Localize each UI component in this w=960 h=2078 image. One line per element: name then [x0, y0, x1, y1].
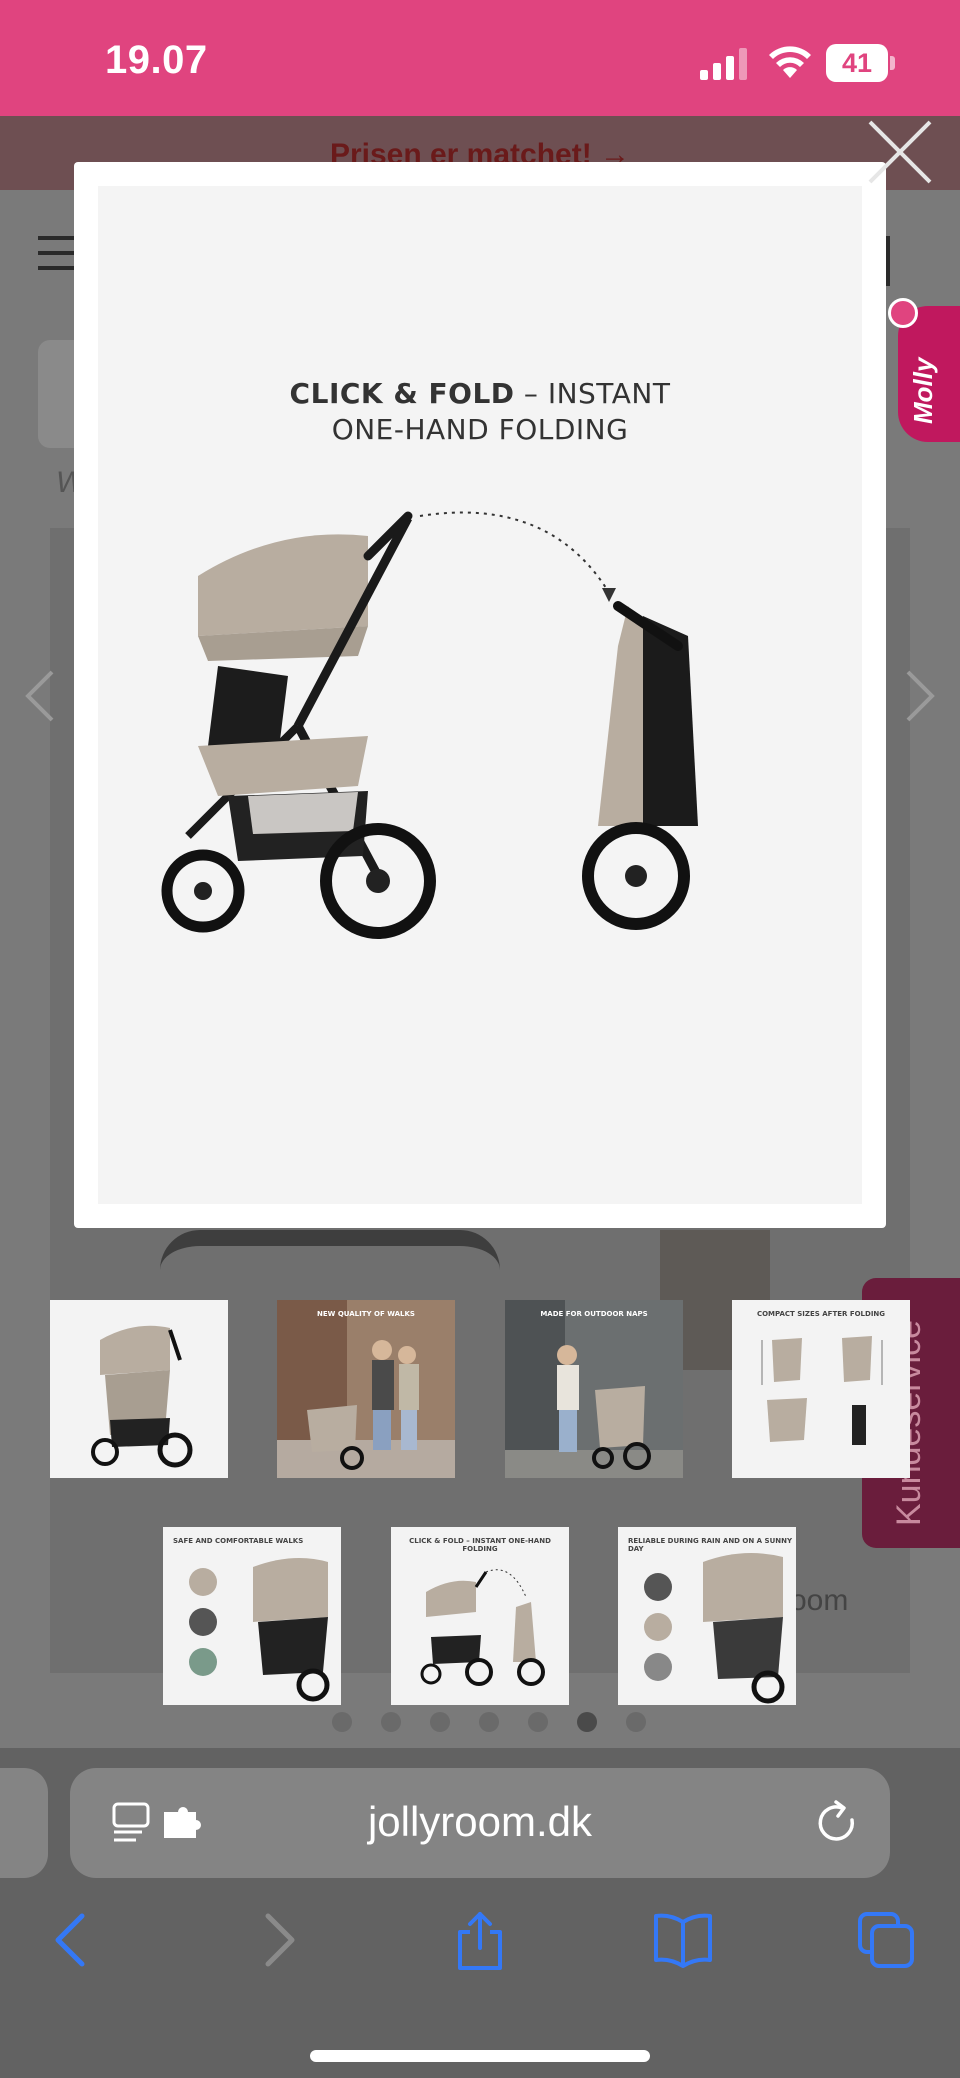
thumbnail-3[interactable]: MADE FOR OUTDOOR NAPS	[505, 1300, 683, 1478]
thumbnail-caption: NEW QUALITY OF WALKS	[317, 1310, 415, 1318]
image-lightbox: CLICK & FOLD – INSTANT ONE-HAND FOLDING	[74, 162, 886, 1228]
thumbnail-caption: COMPACT SIZES AFTER FOLDING	[756, 1310, 886, 1318]
thumbnail-fold-image	[420, 1569, 545, 1686]
folded-stroller	[582, 601, 698, 930]
thumbnail-7[interactable]: RELIABLE DURING RAIN AND ON A SUNNY DAY	[618, 1527, 796, 1705]
close-icon[interactable]	[864, 116, 936, 188]
thumbnail-5[interactable]: SAFE AND COMFORTABLE WALKS	[163, 1527, 341, 1705]
back-icon[interactable]	[50, 1910, 90, 1970]
background-partial-room-text: oom	[790, 1584, 849, 1617]
headline-bold: CLICK & FOLD	[289, 377, 515, 410]
chat-notification-dot	[888, 298, 918, 328]
signal-icon	[700, 48, 747, 80]
status-time: 19.07	[105, 38, 208, 82]
share-icon[interactable]	[454, 1910, 506, 1970]
carousel-pagination	[332, 1712, 652, 1732]
url-text: jollyroom.dk	[367, 1798, 593, 1845]
bookmarks-icon[interactable]	[652, 1910, 714, 1970]
thumbnail-family-image	[277, 1300, 455, 1478]
headline-rest: – INSTANT	[514, 377, 671, 410]
chevron-left-icon[interactable]	[22, 668, 56, 724]
pagination-dot[interactable]	[381, 1712, 401, 1732]
battery-level: 41	[841, 48, 873, 78]
headline-line2: ONE-HAND FOLDING	[331, 413, 629, 446]
thumbnail-2[interactable]: NEW QUALITY OF WALKS	[277, 1300, 455, 1478]
pagination-dot[interactable]	[479, 1712, 499, 1732]
thumbnail-caption: MADE FOR OUTDOOR NAPS	[540, 1310, 648, 1318]
lightbox-image: CLICK & FOLD – INSTANT ONE-HAND FOLDING	[98, 186, 862, 1204]
pagination-dot[interactable]	[528, 1712, 548, 1732]
thumbnail-outdoor-image	[505, 1300, 683, 1478]
thumbnail-weather-image	[644, 1553, 785, 1704]
chat-widget-label: Molly	[908, 357, 938, 424]
thumbnail-6[interactable]: CLICK & FOLD – INSTANT ONE-HAND FOLDING	[391, 1527, 569, 1705]
unfolded-stroller	[161, 511, 436, 939]
stroller-illustration	[161, 511, 698, 939]
forward-icon[interactable]	[260, 1910, 300, 1970]
browser-toolbar: jollyroom.dk	[0, 1748, 960, 2078]
address-bar[interactable]: jollyroom.dk	[70, 1768, 890, 1878]
pagination-dot[interactable]	[430, 1712, 450, 1732]
previous-tab-stub[interactable]	[0, 1768, 48, 1878]
thumbnail-caption: RELIABLE DURING RAIN AND ON A SUNNY DAY	[628, 1537, 793, 1553]
pagination-dot[interactable]	[332, 1712, 352, 1732]
thumbnail-4[interactable]: COMPACT SIZES AFTER FOLDING	[732, 1300, 910, 1478]
thumbnail-stroller-image	[91, 1325, 193, 1468]
thumbnail-safety-image	[189, 1558, 330, 1702]
thumbnail-dimensions-image	[761, 1336, 883, 1445]
thumbnail-caption: CLICK & FOLD – INSTANT ONE-HAND FOLDING	[409, 1537, 551, 1553]
chevron-right-icon[interactable]	[904, 668, 938, 724]
thumbnail-1[interactable]	[50, 1300, 228, 1478]
tabs-icon[interactable]	[856, 1910, 916, 1970]
battery-icon: 41	[826, 44, 896, 82]
home-indicator	[310, 2050, 650, 2062]
reload-icon[interactable]	[814, 1800, 860, 1846]
thumbnail-caption: SAFE AND COMFORTABLE WALKS	[173, 1537, 304, 1545]
status-bar: 19.07 41	[0, 0, 960, 116]
pagination-dot-active[interactable]	[577, 1712, 597, 1732]
image-headline: CLICK & FOLD – INSTANT ONE-HAND FOLDING	[98, 376, 862, 448]
pagination-dot[interactable]	[626, 1712, 646, 1732]
wifi-icon	[769, 46, 811, 78]
